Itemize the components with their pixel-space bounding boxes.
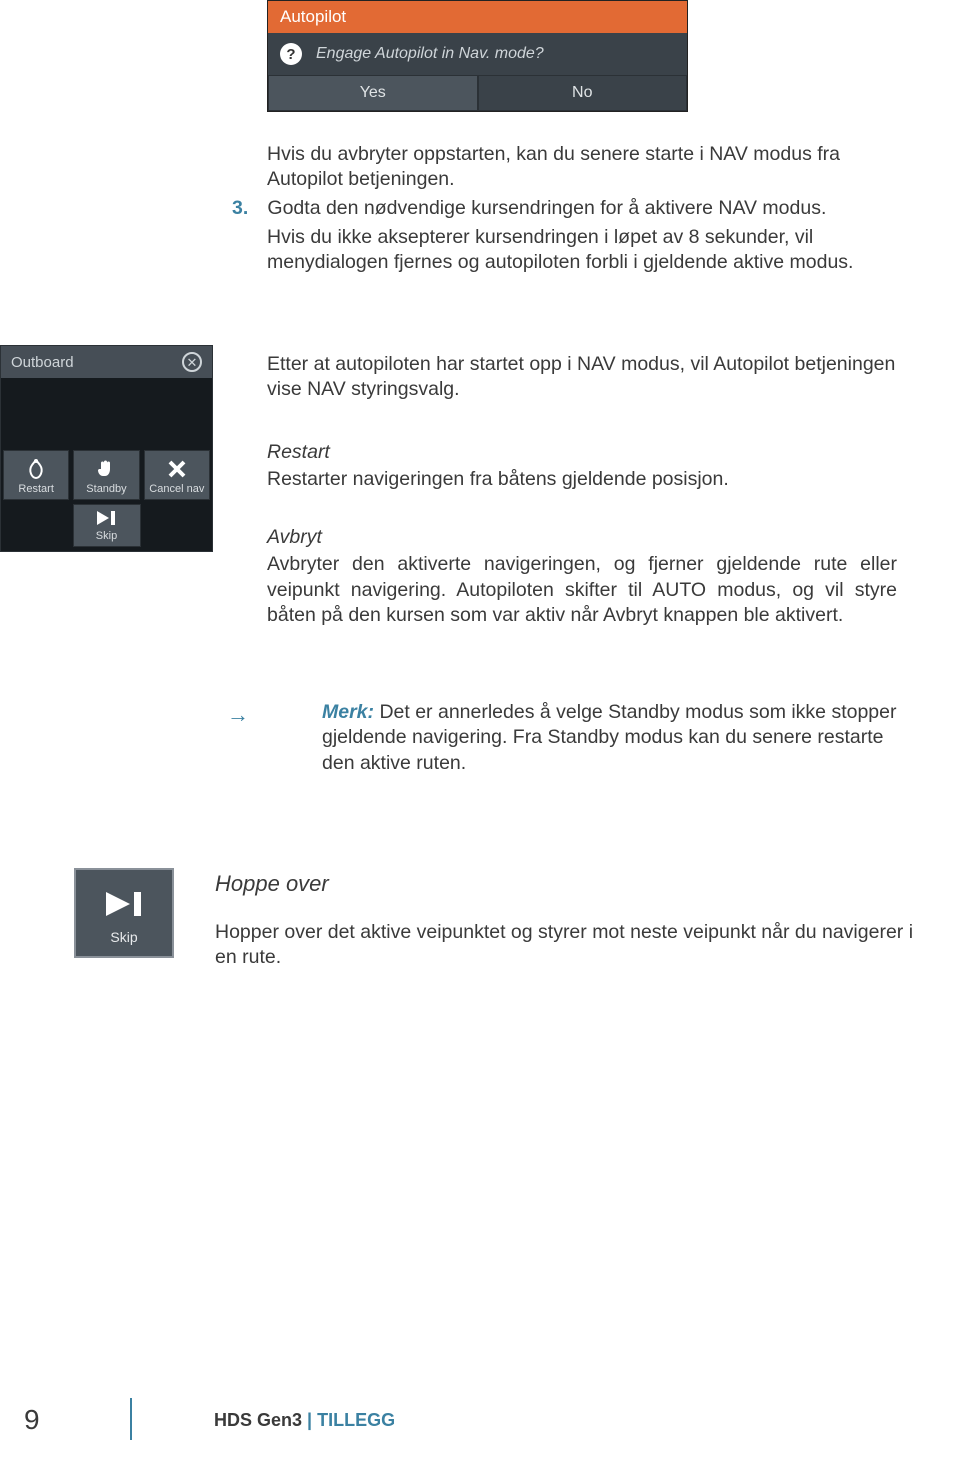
standby-button[interactable]: Standby xyxy=(73,450,139,500)
panel-title: Outboard xyxy=(11,354,74,371)
dialog-title: Autopilot xyxy=(268,1,687,33)
skip-icon xyxy=(95,509,119,527)
nav-intro-paragraph: Etter at autopiloten har startet opp i N… xyxy=(267,352,897,403)
outboard-panel: Outboard ✕ Restart Standby Cancel nav Sk… xyxy=(0,345,213,552)
note: Merk: Det er annerledes å velge Standby … xyxy=(267,700,897,776)
no-button[interactable]: No xyxy=(478,75,688,111)
footer-suffix: TILLEGG xyxy=(317,1410,395,1430)
avbryt-heading: Avbryt xyxy=(267,525,897,550)
restart-icon xyxy=(24,457,48,481)
note-text: Det er annerledes å velge Standby modus … xyxy=(322,701,897,774)
skip-label-small: Skip xyxy=(74,530,140,542)
footer-sep: | xyxy=(302,1410,317,1430)
paragraph-ikke-aksepterer: Hvis du ikke aksepterer kursendringen i … xyxy=(267,225,897,276)
hand-icon xyxy=(94,457,118,481)
step-number: 3. xyxy=(232,196,262,221)
paragraph-avbryter-oppstarten: Hvis du avbryter oppstarten, kan du sene… xyxy=(267,142,897,193)
footer-text: HDS Gen3 | TILLEGG xyxy=(214,1410,395,1431)
skip-label-large: Skip xyxy=(76,929,172,945)
standby-label: Standby xyxy=(74,483,138,495)
hoppe-over-heading: Hoppe over xyxy=(215,870,905,899)
restart-label: Restart xyxy=(4,483,68,495)
step-3: 3. Godta den nødvendige kursendringen fo… xyxy=(232,196,902,221)
footer-divider xyxy=(130,1398,132,1440)
hoppe-over-body: Hopper over det aktive veipunktet og sty… xyxy=(215,920,915,971)
page-number: 9 xyxy=(24,1404,40,1436)
restart-heading: Restart xyxy=(267,440,897,465)
dialog-question: Engage Autopilot in Nav. mode? xyxy=(316,45,544,63)
help-icon: ? xyxy=(280,43,302,65)
arrow-icon: → xyxy=(227,702,249,728)
skip-icon xyxy=(100,888,148,920)
step-text: Godta den nødvendige kursendringen for å… xyxy=(267,196,897,221)
avbryt-body: Avbryter den aktiverte navigeringen, og … xyxy=(267,552,897,628)
restart-body: Restarter navigeringen fra båtens gjelde… xyxy=(267,467,897,492)
restart-button[interactable]: Restart xyxy=(3,450,69,500)
autopilot-dialog: Autopilot ? Engage Autopilot in Nav. mod… xyxy=(267,0,688,112)
note-label: Merk: xyxy=(322,701,374,723)
close-icon xyxy=(165,457,189,481)
restart-section: Restart Restarter navigeringen fra båten… xyxy=(267,440,897,493)
cancel-nav-button[interactable]: Cancel nav xyxy=(144,450,210,500)
close-icon[interactable]: ✕ xyxy=(182,352,202,372)
footer-brand: HDS Gen3 xyxy=(214,1410,302,1430)
yes-button[interactable]: Yes xyxy=(268,75,478,111)
skip-button-large[interactable]: Skip xyxy=(74,868,174,958)
avbryt-section: Avbryt Avbryter den aktiverte navigering… xyxy=(267,525,897,628)
cancel-label: Cancel nav xyxy=(145,483,209,495)
dialog-body: ? Engage Autopilot in Nav. mode? xyxy=(268,33,687,75)
hoppe-over-section: Hoppe over xyxy=(215,870,905,901)
skip-button-small[interactable]: Skip xyxy=(73,504,141,547)
